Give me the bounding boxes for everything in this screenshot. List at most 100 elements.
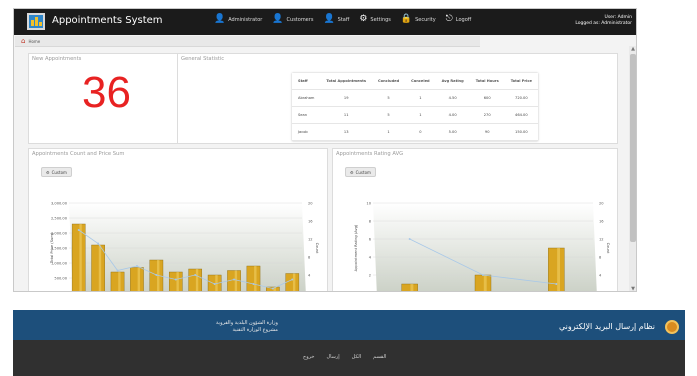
table-cell: Sean — [292, 106, 321, 124]
y2-tick-label: 8 — [599, 255, 602, 259]
table-cell: 11 — [320, 106, 372, 124]
panel-title: General Statistic — [181, 56, 225, 62]
scroll-down-icon[interactable]: ▼ — [630, 286, 636, 291]
nav-security[interactable]: 🔒 Security — [401, 15, 436, 24]
count-point — [291, 278, 294, 281]
breadcrumb: ⌂ Home — [15, 36, 480, 47]
table-cell: 720.00 — [504, 89, 538, 107]
y-tick-label: 4 — [369, 255, 372, 259]
y-tick-label: 8 — [369, 219, 372, 223]
count-point — [271, 287, 274, 290]
nav-label: Logoff — [455, 16, 472, 23]
nav-label: Security — [415, 16, 436, 23]
nav-settings[interactable]: ⚙ Settings — [359, 15, 391, 24]
vertical-scrollbar[interactable]: ▲ ▼ — [629, 46, 636, 291]
bar-highlight — [557, 248, 561, 291]
count-point — [482, 274, 484, 276]
footer-link[interactable]: الكل — [352, 354, 361, 360]
nav-logoff[interactable]: ⎋ Logoff — [446, 15, 472, 24]
count-point — [135, 265, 138, 267]
bar — [548, 247, 565, 291]
footer-nav: القسم الكل إرسال خروج — [13, 340, 685, 376]
table-cell: 5.00 — [435, 123, 470, 141]
statistics-table: Staff Total Appointments Concluded Cance… — [292, 73, 538, 141]
table-cell: 1 — [405, 89, 436, 107]
emblem-icon — [665, 320, 679, 334]
y-tick-label: 2,500.00 — [51, 216, 68, 220]
bar — [91, 244, 105, 291]
scroll-up-icon[interactable]: ▲ — [630, 46, 636, 52]
bar — [246, 265, 261, 291]
y2-tick-label: 16 — [308, 219, 313, 223]
y2-tick-label: 8 — [308, 255, 311, 259]
table-row: Jacob 13 1 0 5.00 90 150.00 — [292, 123, 538, 141]
scrollbar-thumb[interactable] — [630, 54, 636, 242]
ministry-line: وزارة الشؤون البلدية والقروية — [216, 320, 278, 326]
bar-highlight — [195, 269, 199, 291]
bar — [130, 267, 144, 291]
y2-tick-label: 12 — [308, 237, 313, 241]
table-cell: 90 — [469, 123, 505, 141]
table-row: Sean 11 5 1 4.00 270 464.00 — [292, 106, 538, 124]
user-role: Logged as: Administrator — [575, 21, 632, 26]
nav-label: Customers — [286, 16, 314, 23]
panel-title: New Appointments — [32, 56, 82, 62]
bar — [168, 271, 183, 291]
column-header: Staff — [292, 73, 321, 90]
count-point — [252, 283, 255, 285]
count-point — [174, 278, 177, 281]
user-icon: 👤 — [272, 14, 284, 24]
count-price-chart: 3,000.002,500.002,000.001,500.001,000.00… — [50, 201, 319, 291]
y2-axis-label: Count — [606, 243, 610, 254]
nav-customers[interactable]: 👤 Customers — [272, 15, 313, 24]
y-axis-label: Total Price (Sum) — [50, 232, 54, 264]
y-tick-label: 10 — [366, 201, 371, 205]
table-cell: Abraham — [292, 89, 321, 107]
home-icon[interactable]: ⌂ — [21, 37, 25, 45]
table-cell: 4.00 — [435, 106, 470, 124]
footer-link[interactable]: إرسال — [327, 354, 340, 360]
footer-links: القسم الكل إرسال خروج — [303, 354, 386, 360]
ministry-line: مشروع الوزارة التقنية — [232, 327, 278, 333]
breadcrumb-home[interactable]: Home — [28, 39, 40, 44]
count-price-chart-panel: Appointments Count and Price Sum ⚙ Custom… — [28, 148, 328, 291]
nav-label: Settings — [370, 16, 391, 23]
logoff-icon: ⎋ — [445, 14, 453, 24]
table-cell: 19 — [320, 89, 372, 107]
column-header: Concluded — [371, 73, 406, 90]
footer-link[interactable]: خروج — [303, 354, 315, 360]
app-title: Appointments System — [52, 15, 163, 26]
count-point — [555, 283, 558, 285]
app-logo-icon — [27, 13, 45, 30]
footer-link[interactable]: القسم — [373, 354, 386, 360]
bar-highlight — [410, 284, 414, 291]
count-point — [213, 283, 216, 285]
rating-chart-panel: Appointments Rating AVG ⚙ Custom 10 8 6 4 2 0 2… — [332, 148, 618, 292]
new-appointments-count: 36 — [82, 68, 131, 117]
bar-highlight — [137, 267, 140, 291]
table-cell: 1 — [405, 106, 436, 124]
y2-tick-label: 20 — [599, 201, 604, 205]
y-axis-label: Appointment Rating (Avg) — [354, 224, 358, 271]
count-point — [155, 274, 158, 276]
column-header: Total Appointments — [320, 73, 372, 90]
general-statistic-panel: General Statistic Staff Total Appointmen… — [177, 53, 618, 144]
bar — [285, 273, 300, 291]
y2-tick-label: 0 — [599, 291, 602, 292]
table-cell: 150.00 — [504, 123, 538, 141]
system-title: نظام إرسال البريد الإلكتروني — [559, 322, 655, 331]
table-cell: 270 — [469, 106, 505, 124]
y-tick-label: 2 — [369, 273, 371, 277]
gear-icon: ⚙ — [359, 14, 368, 24]
table-header-row: Staff Total Appointments Concluded Cance… — [292, 73, 538, 90]
bar-highlight — [98, 245, 102, 291]
table-row: Abraham 19 5 1 4.50 600 720.00 — [292, 89, 538, 107]
main-nav: 👤 Administrator 👤 Customers 👤 Staff ⚙ Settin… — [214, 15, 471, 24]
nav-staff[interactable]: 👤 Staff — [323, 15, 349, 24]
nav-label: Staff — [337, 16, 350, 23]
count-point — [77, 229, 80, 231]
app-window: Appointments System 👤 Administrator 👤 Cust… — [13, 8, 637, 292]
y2-tick-label: 4 — [308, 273, 311, 277]
table-cell: 4.50 — [435, 89, 470, 107]
nav-administrator[interactable]: 👤 Administrator — [214, 15, 262, 24]
